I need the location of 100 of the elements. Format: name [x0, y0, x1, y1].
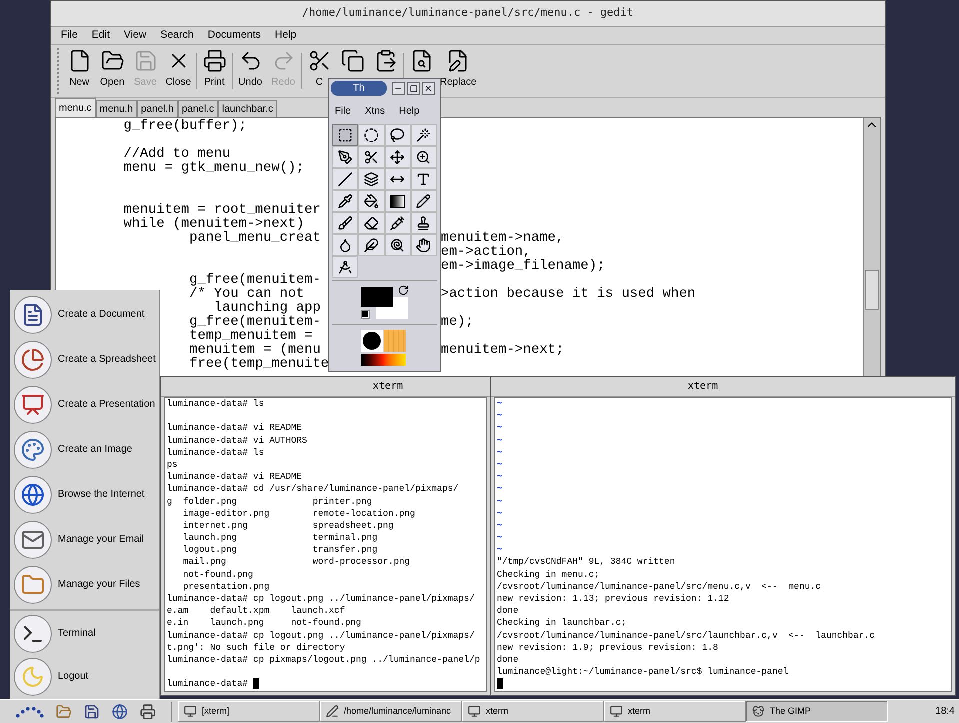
- maximize-button[interactable]: [407, 82, 420, 95]
- tool-button[interactable]: [384, 212, 411, 234]
- launcher-item[interactable]: Create a Spreadsheet: [10, 337, 159, 382]
- file-tab[interactable]: menu.h: [96, 100, 138, 117]
- menu-item[interactable]: View: [124, 28, 147, 44]
- presentation-icon: [14, 386, 52, 424]
- tool-button[interactable]: [332, 212, 358, 234]
- stamp-icon: [416, 216, 432, 230]
- tool-button[interactable]: [358, 212, 384, 234]
- tool-button[interactable]: [332, 190, 358, 212]
- menu-item[interactable]: File: [61, 28, 78, 44]
- taskbar-button[interactable]: [xterm]: [178, 701, 320, 722]
- menu-item[interactable]: Edit: [92, 28, 110, 44]
- pipette-icon: [338, 194, 353, 208]
- tool-button[interactable]: [384, 168, 411, 190]
- code-line: panel_menu_creat: [190, 232, 321, 246]
- pie-chart-icon: [14, 340, 52, 378]
- menu-item[interactable]: File: [335, 104, 352, 118]
- tool-button[interactable]: [358, 168, 384, 190]
- dashed-square-icon: [338, 128, 353, 142]
- default-colors-icon[interactable]: [361, 310, 370, 319]
- tool-button[interactable]: [384, 146, 411, 168]
- gradient-preview[interactable]: [361, 354, 406, 366]
- terminal-line: luminance-data# vi README: [167, 472, 302, 482]
- tool-button[interactable]: [410, 168, 437, 190]
- tool-button[interactable]: [332, 256, 358, 278]
- file-tab[interactable]: panel.h: [137, 100, 178, 117]
- globe-icon[interactable]: [112, 704, 128, 720]
- tool-button[interactable]: [358, 234, 384, 256]
- menu-item[interactable]: Help: [399, 104, 420, 118]
- menu-item[interactable]: Search: [160, 28, 194, 44]
- launcher-item[interactable]: Create a Document: [10, 292, 159, 337]
- terminal-line: Checking in menu.c;: [497, 570, 600, 580]
- tool-button[interactable]: [410, 124, 437, 146]
- launcher-item[interactable]: Browse the Internet: [10, 472, 159, 517]
- taskbar-button[interactable]: xterm: [462, 701, 604, 722]
- launcher-item[interactable]: Terminal: [10, 612, 159, 655]
- tool-button[interactable]: [410, 146, 437, 168]
- tool-button[interactable]: [410, 212, 437, 234]
- dashed-circle-icon: [364, 128, 379, 142]
- tool-button[interactable]: [358, 190, 384, 212]
- toolbar-button[interactable]: New: [63, 45, 96, 97]
- scrollbar[interactable]: [863, 118, 880, 376]
- launcher-item[interactable]: Logout: [10, 655, 159, 698]
- terminal-line: done: [497, 606, 519, 616]
- curved-arrow-icon[interactable]: [398, 285, 409, 296]
- foreground-color-swatch[interactable]: [361, 287, 393, 307]
- envelope-icon: [14, 520, 52, 558]
- taskbar-button[interactable]: /home/luminance/luminanc: [320, 701, 462, 722]
- terminal-line: luminance-data# vi AUTHORS: [167, 436, 308, 446]
- lollipop-icon: [390, 238, 406, 252]
- file-tab[interactable]: menu.c: [55, 98, 96, 117]
- tool-button[interactable]: [384, 190, 411, 212]
- tool-button[interactable]: [332, 124, 358, 146]
- tool-button[interactable]: [332, 146, 358, 168]
- tool-button[interactable]: [358, 146, 384, 168]
- toolbar-button[interactable]: Replace: [438, 45, 479, 97]
- toolbar-button[interactable]: Open: [96, 45, 129, 97]
- code-line: while (menuitem->next): [124, 218, 304, 232]
- dots-icon[interactable]: [16, 706, 44, 718]
- minimize-button[interactable]: [392, 82, 405, 95]
- code-line: menuitem->next;: [441, 344, 564, 358]
- launcher-item[interactable]: Create a Presentation: [10, 382, 159, 427]
- tool-button[interactable]: [384, 234, 411, 256]
- tool-button[interactable]: [358, 124, 384, 146]
- toolbar-button[interactable]: Close: [162, 45, 195, 97]
- menu-item[interactable]: Documents: [208, 28, 261, 44]
- terminal-line: luminance@light:~/luminance-panel/src$ luminance-panel: [497, 667, 789, 678]
- toolbar-button[interactable]: Undo: [234, 45, 267, 97]
- printer-icon[interactable]: [140, 704, 156, 720]
- taskbar-button[interactable]: xterm: [604, 701, 746, 722]
- tool-button[interactable]: [410, 190, 437, 212]
- folder-icon[interactable]: [56, 704, 72, 720]
- terminal-line: ~: [497, 423, 502, 434]
- launcher-item[interactable]: Manage your Files: [10, 562, 159, 607]
- tool-button[interactable]: [332, 234, 358, 256]
- taskbar-button[interactable]: The GIMP: [746, 701, 888, 722]
- code-line: >action because it is used when: [441, 288, 696, 302]
- toolbar-grip[interactable]: [57, 48, 61, 94]
- code-line: em->image_filename);: [441, 260, 606, 274]
- launcher-item[interactable]: Manage your Email: [10, 517, 159, 562]
- terminal-line: ~: [497, 460, 502, 470]
- terminal-line: ~: [497, 436, 502, 446]
- brush-preview[interactable]: [361, 330, 383, 352]
- square-icon: [410, 84, 418, 92]
- file-tab[interactable]: launchbar.c: [218, 100, 278, 117]
- toolbar-button[interactable]: Print: [198, 45, 231, 97]
- tool-button[interactable]: [332, 168, 358, 190]
- menu-item[interactable]: Xtns: [365, 104, 386, 118]
- launcher-item[interactable]: Create an Image: [10, 427, 159, 472]
- scrollbar-thumb[interactable]: [865, 270, 879, 310]
- tool-button[interactable]: [410, 234, 437, 256]
- close-button[interactable]: [422, 82, 435, 95]
- file-tab[interactable]: panel.c: [178, 100, 218, 117]
- terminal-line: new revision: 1.9; previous revision: 1.8: [497, 642, 718, 653]
- terminal-line: e.am default.xpm launch.xcf: [167, 606, 346, 616]
- tool-button[interactable]: [384, 124, 411, 146]
- menu-item[interactable]: Help: [274, 28, 297, 44]
- copy-icon: [340, 49, 364, 73]
- wand-icon: [416, 128, 432, 142]
